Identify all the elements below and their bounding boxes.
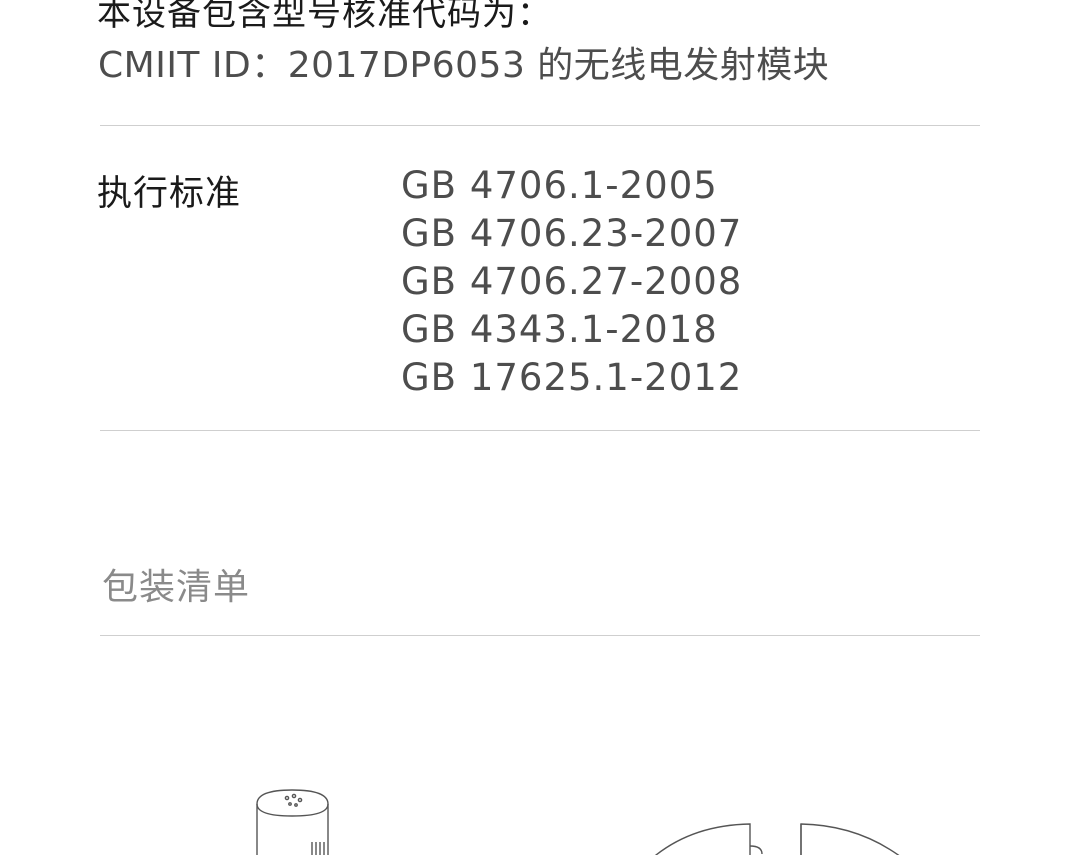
- standard-item: GB 17625.1-2012: [401, 356, 743, 399]
- packing-illustration: [256, 789, 900, 855]
- heater-unit-icon: [256, 789, 329, 855]
- radio-module-intro: 本设备包含型号核准代码为：: [97, 0, 552, 34]
- standard-item: GB 4706.23-2007: [401, 212, 743, 255]
- heater-base-icon: [655, 823, 900, 855]
- standards-label: 执行标准: [97, 174, 242, 214]
- divider-bottom: [100, 635, 980, 636]
- divider-middle: [100, 430, 980, 431]
- standard-item: GB 4706.1-2005: [401, 164, 718, 207]
- packing-list-heading: 包装清单: [102, 567, 251, 608]
- standards-list: GB 4706.1-2005 GB 4706.23-2007 GB 4706.2…: [401, 162, 742, 402]
- cmiit-id-text: CMIIT ID：2017DP6053 的无线电发射模块: [98, 45, 830, 86]
- standard-item: GB 4343.1-2018: [401, 308, 718, 351]
- divider-top: [100, 125, 980, 126]
- standard-item: GB 4706.27-2008: [401, 260, 743, 303]
